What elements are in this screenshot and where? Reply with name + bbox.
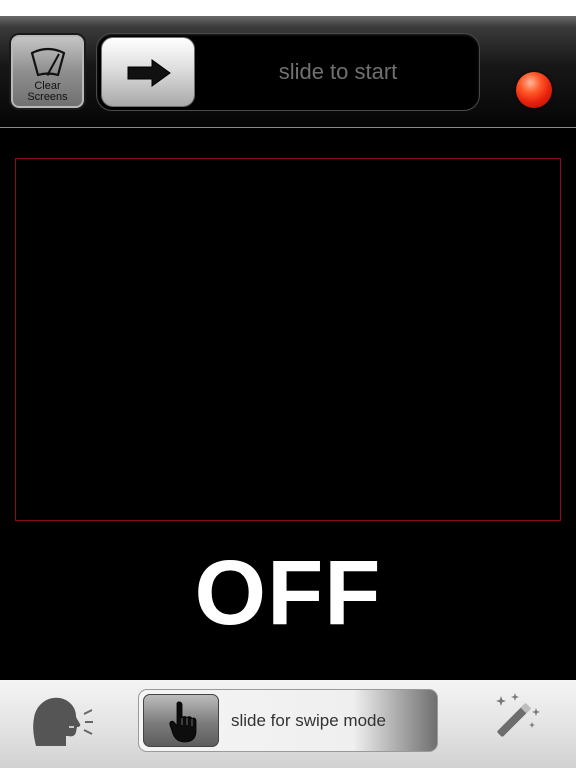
slide-to-start-label: slide to start <box>278 59 398 84</box>
swipe-mode-label: slide for swipe mode <box>231 710 386 730</box>
preview-frame <box>15 158 561 521</box>
slide-to-start-slider[interactable]: slide to start <box>96 33 480 111</box>
status-text: OFF <box>194 542 382 644</box>
arrow-right-icon <box>127 59 171 87</box>
top-toolbar: Clear Screens slide to start <box>0 16 576 128</box>
clear-screens-button[interactable]: Clear Screens <box>9 33 86 110</box>
windshield-wiper-icon <box>30 47 66 77</box>
pointing-hand-icon <box>169 701 197 743</box>
status-bar <box>0 0 576 16</box>
bottom-toolbar: slide for swipe mode <box>0 680 576 768</box>
main-display: OFF <box>0 128 576 680</box>
app-screen: Clear Screens slide to start OFF slide f… <box>0 0 576 768</box>
magic-wand-icon[interactable] <box>488 692 542 746</box>
swipe-slider-knob[interactable] <box>143 694 219 747</box>
clear-screens-label: Clear Screens <box>27 80 68 103</box>
swipe-mode-slider[interactable]: slide for swipe mode <box>138 689 438 752</box>
speaking-head-icon[interactable] <box>30 694 94 750</box>
slider-knob[interactable] <box>101 37 195 107</box>
record-indicator-icon <box>516 72 552 108</box>
